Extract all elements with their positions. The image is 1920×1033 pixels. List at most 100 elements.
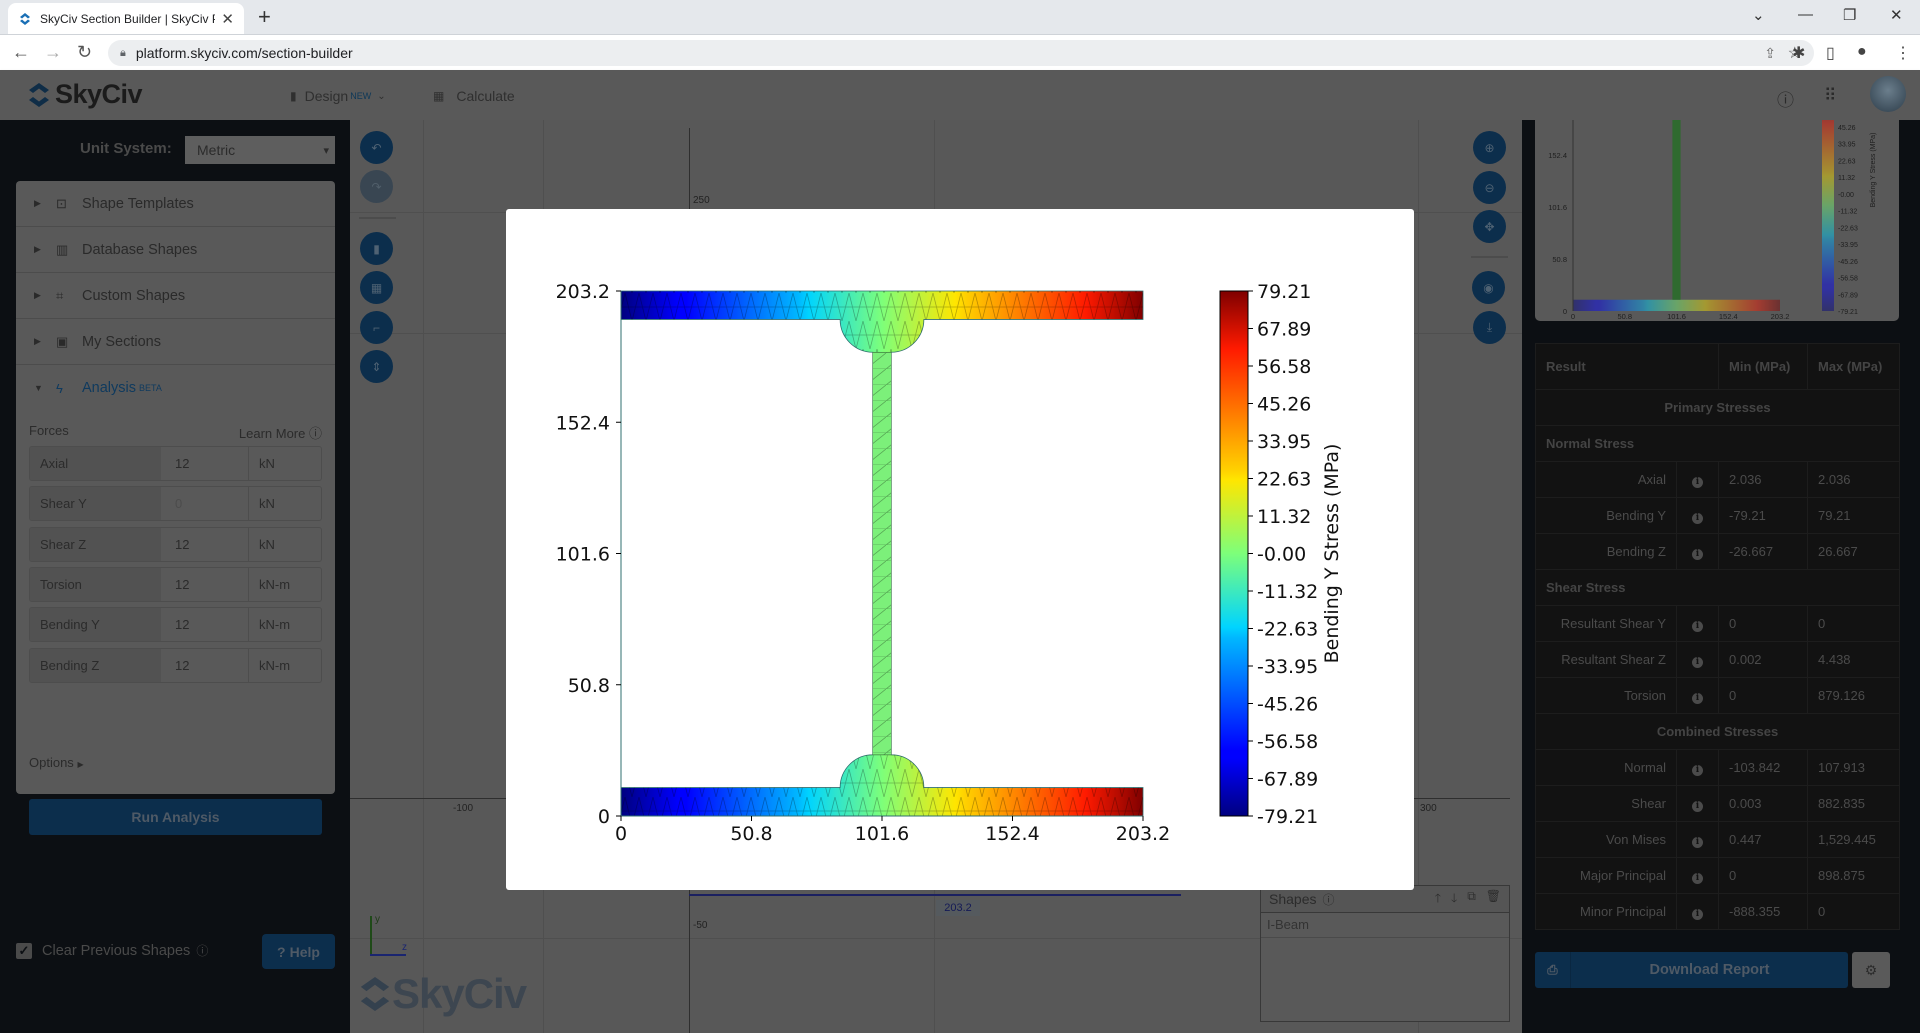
zoom-out-button[interactable]: ⊖ (1473, 171, 1506, 204)
screenshot-button[interactable]: ◉ (1472, 271, 1505, 304)
forward-icon[interactable]: → (44, 42, 62, 63)
chevron-down-icon: ▾ (323, 144, 329, 157)
shear-y-input[interactable]: 0 (161, 487, 249, 520)
move-up-icon[interactable]: 🡑 (1435, 889, 1441, 910)
trash-icon[interactable]: 🗑︎ (1486, 889, 1501, 910)
clear-previous-shapes-checkbox[interactable]: ✓ Clear Previous Shapes ⓘ (16, 942, 208, 959)
force-row-shear-y: Shear Y 0 kN (29, 486, 322, 521)
apps-grid-icon[interactable]: ⠿ (1824, 86, 1836, 106)
browser-tab[interactable]: SkyCiv Section Builder | SkyCiv Pl ✕ (8, 3, 244, 34)
force-unit: kN-m (259, 577, 291, 592)
col-min: Min (MPa) (1718, 343, 1808, 390)
gears-icon: ⚙ (1864, 961, 1878, 978)
user-avatar[interactable] (1870, 76, 1906, 112)
thumb-y-tick-label: 101.6 (1548, 203, 1567, 212)
x-tick-label: 203.2 (1116, 823, 1170, 845)
move-down-icon[interactable]: 🡓 (1451, 889, 1457, 910)
accordion-analysis[interactable]: ▼ ϟ Analysis BETA (16, 365, 335, 411)
download-report-label: Download Report (1649, 962, 1770, 978)
info-button[interactable]: i (1676, 857, 1719, 894)
info-icon: ⓘ (308, 426, 322, 441)
info-button[interactable]: i (1676, 533, 1719, 570)
unit-system-select[interactable]: Metric ▾ (185, 136, 335, 164)
section-row: Primary Stresses (1535, 389, 1900, 426)
info-button[interactable]: i (1676, 677, 1719, 714)
delete-button[interactable]: ▮ (360, 232, 393, 265)
profile-icon[interactable]: ● (1857, 43, 1867, 61)
close-window-button[interactable]: ✕ (1890, 6, 1903, 24)
shape-add-icon: ⊡ (56, 195, 67, 211)
options-toggle[interactable]: Options ▶ (29, 755, 84, 770)
result-name: Bending Y (1535, 497, 1677, 534)
help-button[interactable]: ? Help (262, 934, 335, 969)
undo-button[interactable]: ↶ (360, 131, 393, 164)
y-tick-label: 203.2 (556, 281, 610, 303)
skyciv-logo[interactable]: SkyCiv (27, 79, 143, 110)
results-table: Result Min (MPa) Max (MPa) Primary Stres… (1535, 343, 1900, 930)
nav-calculate[interactable]: ▦ Calculate (433, 88, 515, 104)
reload-icon[interactable]: ↻ (77, 42, 92, 63)
bending-z-input[interactable]: 12 (161, 649, 249, 682)
info-button[interactable]: i (1676, 821, 1719, 858)
info-button[interactable]: i (1676, 641, 1719, 678)
y-axis-letter: y (375, 914, 380, 925)
accordion-database-shapes[interactable]: ▶ ▥ Database Shapes (16, 227, 335, 273)
minimize-button[interactable]: — (1798, 6, 1813, 23)
redo-button[interactable]: ↷ (360, 170, 393, 203)
colorbar-tick-label: 45.26 (1257, 394, 1311, 416)
share-icon[interactable]: ⇪ (1764, 45, 1776, 62)
y-axis-indicator (370, 916, 372, 956)
section-title: Primary Stresses (1535, 389, 1900, 426)
info-button[interactable]: i (1676, 461, 1719, 498)
axial-input[interactable]: 12 (161, 447, 249, 480)
shear-z-input[interactable]: 12 (161, 528, 249, 561)
download-button[interactable]: ⤓ (1473, 311, 1506, 344)
info-button[interactable]: i (1676, 749, 1719, 786)
torsion-input[interactable]: 12 (161, 568, 249, 601)
results-header-row: Result Min (MPa) Max (MPa) (1535, 343, 1900, 390)
result-max: 898.875 (1807, 857, 1900, 894)
colorbar-tick-label: -22.63 (1257, 618, 1318, 640)
thumb-y-tick-label: 0 (1563, 307, 1567, 316)
accordion-custom-shapes[interactable]: ▶ ⌗ Custom Shapes (16, 273, 335, 319)
copy-icon[interactable]: ⧉ (1467, 889, 1476, 910)
mouse-mode-button[interactable]: ⇕ (360, 350, 393, 383)
snap-button[interactable]: ⌐ (360, 311, 393, 344)
grid-toggle-button[interactable]: ▦ (360, 271, 393, 304)
shapes-list-item[interactable]: I-Beam (1261, 913, 1509, 938)
restore-button[interactable]: ❐ (1843, 6, 1856, 24)
accordion-shape-templates[interactable]: ▶ ⊡ Shape Templates (16, 181, 335, 227)
info-button[interactable]: i (1676, 893, 1719, 930)
force-label: Bending Y (30, 608, 161, 641)
force-label: Shear Y (30, 487, 161, 520)
info-button[interactable]: i (1676, 497, 1719, 534)
zoom-in-button[interactable]: ⊕ (1473, 131, 1506, 164)
accordion-my-sections[interactable]: ▶ ▣ My Sections (16, 319, 335, 365)
result-row: Minor Principal i -888.355 0 (1535, 893, 1900, 930)
nav-design[interactable]: ▮ Design NEW ⌄ (290, 88, 386, 104)
result-name: Normal (1535, 749, 1677, 786)
browser-tab-bar: SkyCiv Section Builder | SkyCiv Pl ✕ + ⌄… (0, 0, 1920, 34)
back-icon[interactable]: ← (12, 42, 30, 63)
browser-menu-icon[interactable]: ⋮ (1895, 43, 1911, 63)
help-circle-icon[interactable]: ⓘ (1777, 86, 1794, 111)
result-row: Torsion i 0 879.126 (1535, 677, 1900, 714)
thumb-cbar-tick-label: 33.95 (1838, 142, 1856, 149)
info-button[interactable]: i (1676, 785, 1719, 822)
result-min: 2.036 (1718, 461, 1808, 498)
url-field[interactable]: 🔒︎ platform.skyciv.com/section-builder ⇪… (108, 40, 1814, 66)
tab-search-chevron-icon[interactable]: ⌄ (1752, 6, 1765, 24)
learn-more-link[interactable]: Learn More ⓘ (239, 423, 322, 442)
run-analysis-button[interactable]: Run Analysis (29, 799, 322, 835)
x-tick-label: 50.8 (730, 823, 772, 845)
side-panel-icon[interactable]: ▯ (1826, 43, 1835, 63)
bending-y-input[interactable]: 12 (161, 608, 249, 641)
extensions-icon[interactable]: ✱ (1792, 43, 1805, 63)
result-thumbnail[interactable]: 152.4 101.6 50.8 0 0 50.8 101.6 152.4 203.2 45.26… (1535, 120, 1899, 321)
pan-button[interactable]: ✥ (1473, 210, 1506, 243)
new-tab-button[interactable]: + (258, 4, 271, 30)
report-settings-button[interactable]: ⚙ (1852, 952, 1890, 988)
download-report-button[interactable]: ⎙ Download Report (1535, 952, 1848, 988)
close-tab-icon[interactable]: ✕ (221, 10, 234, 28)
info-button[interactable]: i (1676, 605, 1719, 642)
